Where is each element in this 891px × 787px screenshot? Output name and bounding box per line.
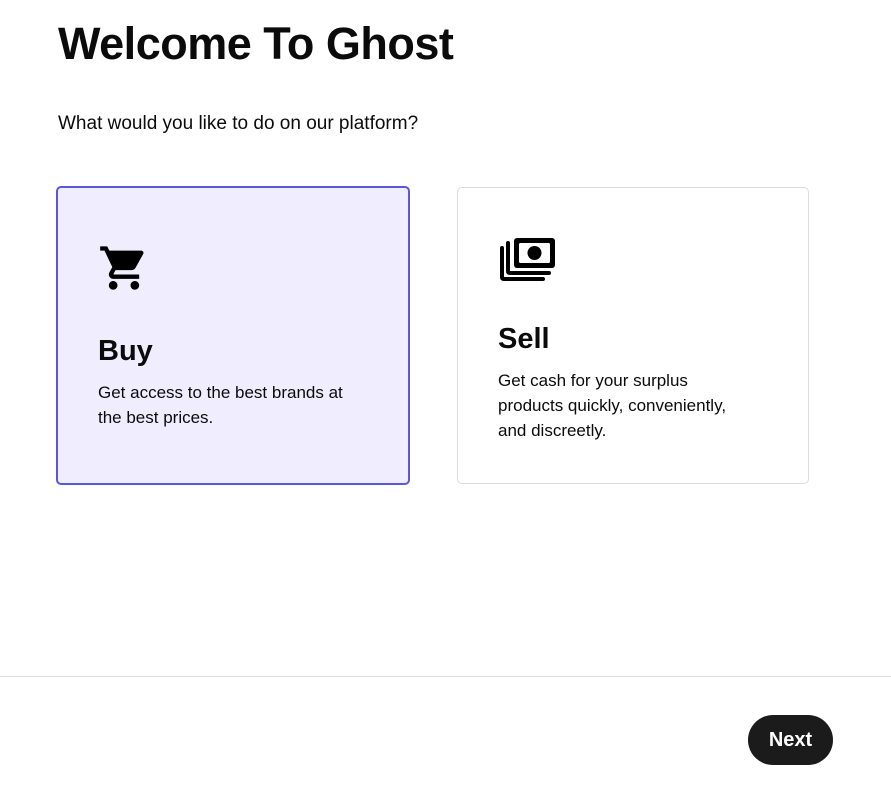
footer-divider bbox=[0, 676, 891, 677]
next-button[interactable]: Next bbox=[748, 715, 833, 765]
option-description: Get access to the best brands at the bes… bbox=[98, 383, 343, 427]
option-description: Get cash for your surplus products quick… bbox=[498, 371, 727, 440]
page-subtitle: What would you like to do on our platfor… bbox=[58, 113, 419, 134]
cash-stack-icon bbox=[500, 238, 555, 281]
option-heading: Sell bbox=[498, 323, 550, 355]
option-heading: Buy bbox=[98, 335, 153, 367]
shopping-cart-icon bbox=[100, 246, 144, 290]
option-card-sell[interactable]: Sell Get cash for your surplus products … bbox=[457, 187, 809, 484]
option-card-buy[interactable]: Buy Get access to the best brands at the… bbox=[56, 186, 410, 485]
page-title: Welcome To Ghost bbox=[58, 18, 454, 69]
